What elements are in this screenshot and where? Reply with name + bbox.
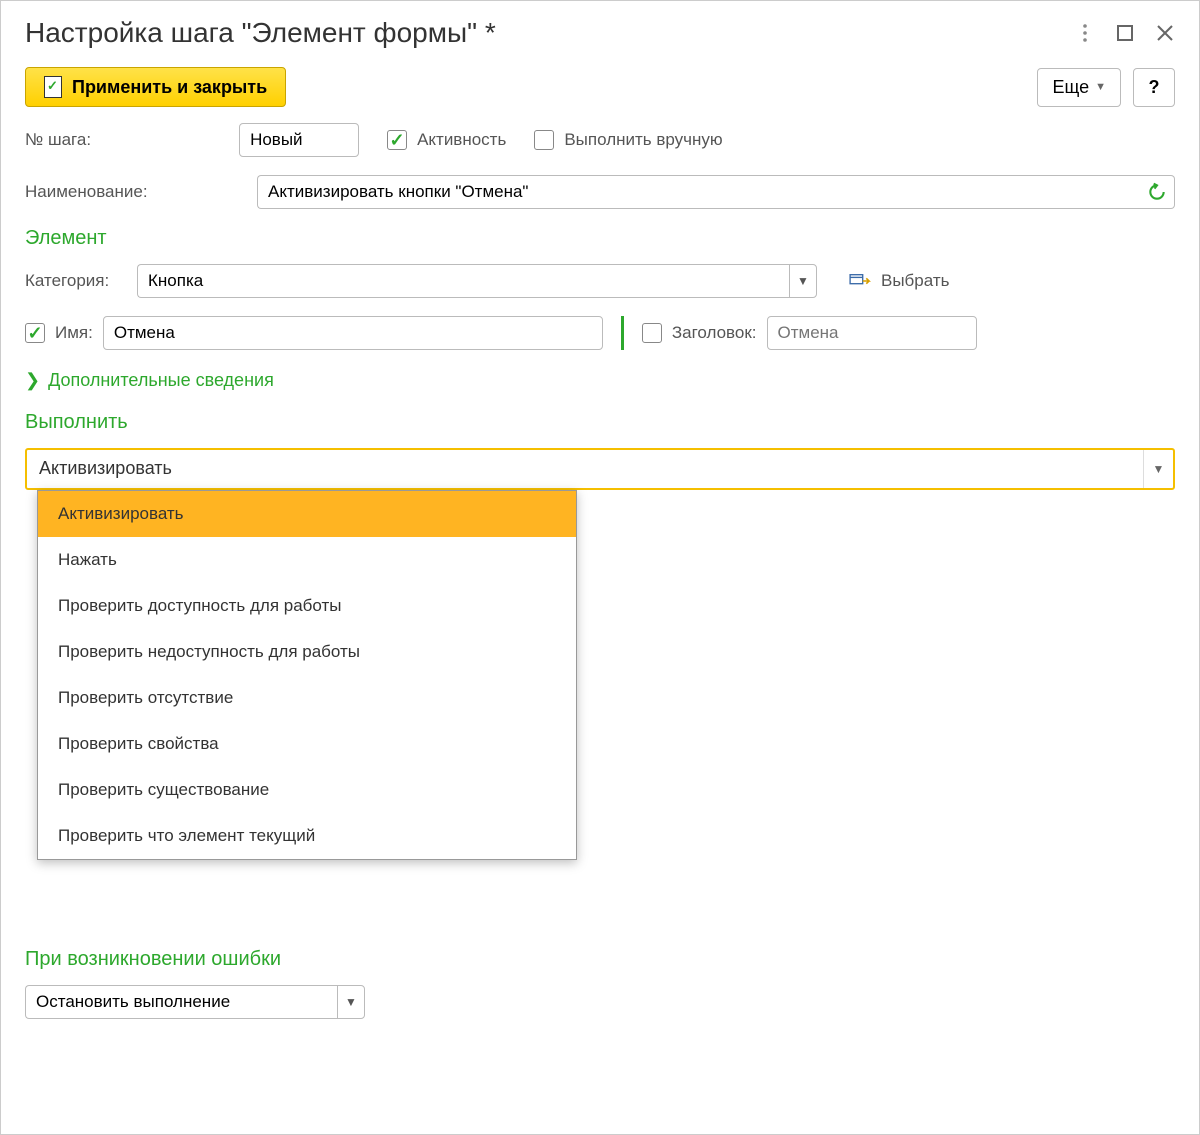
name-field-wrap [257, 175, 1175, 209]
window: Настройка шага "Элемент формы" * Примени… [0, 0, 1200, 1135]
refresh-icon [1147, 182, 1167, 202]
apply-close-label: Применить и закрыть [72, 77, 267, 98]
kebab-menu-icon[interactable] [1075, 23, 1095, 43]
on-error-select[interactable]: ▼ [25, 985, 365, 1019]
element-name-input[interactable] [103, 316, 603, 350]
execute-select[interactable]: Активизировать ▼ [25, 448, 1175, 490]
element-title-checkbox[interactable] [642, 323, 662, 343]
manual-checkbox[interactable] [534, 130, 554, 150]
window-title: Настройка шага "Элемент формы" * [25, 17, 496, 49]
execute-select-value: Активизировать [27, 450, 1143, 488]
execute-section-title: Выполнить [25, 411, 1175, 434]
element-title-input[interactable] [767, 316, 977, 350]
more-info-toggle[interactable]: ❯ Дополнительные сведения [25, 370, 1175, 391]
execute-option[interactable]: Проверить что элемент текущий [38, 813, 576, 859]
execute-option[interactable]: Проверить существование [38, 767, 576, 813]
separator [621, 316, 624, 350]
execute-dropdown-list: Активизировать Нажать Проверить доступно… [37, 490, 577, 860]
titlebar: Настройка шага "Элемент формы" * [1, 1, 1199, 57]
choose-label: Выбрать [881, 271, 949, 291]
step-number-label: № шага: [25, 130, 91, 150]
choose-icon [849, 272, 871, 290]
refresh-button[interactable] [1139, 175, 1175, 209]
execute-option[interactable]: Проверить недоступность для работы [38, 629, 576, 675]
choose-button[interactable]: Выбрать [849, 271, 949, 291]
on-error-section-title: При возникновении ошибки [25, 948, 1175, 971]
element-title-label: Заголовок: [672, 323, 757, 343]
execute-select-arrow[interactable]: ▼ [1143, 450, 1173, 488]
category-input[interactable] [137, 264, 789, 298]
active-checkbox[interactable] [387, 130, 407, 150]
category-dropdown-arrow[interactable]: ▼ [789, 264, 817, 298]
step-number-input[interactable] [239, 123, 359, 157]
execute-option[interactable]: Проверить отсутствие [38, 675, 576, 721]
chevron-right-icon: ❯ [25, 370, 40, 391]
on-error-arrow[interactable]: ▼ [337, 985, 365, 1019]
category-label: Категория: [25, 271, 125, 291]
category-dropdown[interactable]: ▼ [137, 264, 817, 298]
more-button[interactable]: Еще ▼ [1037, 68, 1121, 107]
execute-option[interactable]: Проверить свойства [38, 721, 576, 767]
on-error-input[interactable] [25, 985, 337, 1019]
more-label: Еще [1052, 77, 1089, 98]
manual-label: Выполнить вручную [564, 130, 722, 150]
more-info-label: Дополнительные сведения [48, 370, 274, 391]
document-check-icon [44, 76, 62, 98]
window-controls [1075, 23, 1175, 43]
element-name-checkbox[interactable] [25, 323, 45, 343]
name-label: Наименование: [25, 182, 245, 202]
toolbar: Применить и закрыть Еще ▼ ? [1, 57, 1199, 117]
chevron-down-icon: ▼ [1095, 81, 1106, 93]
execute-option[interactable]: Нажать [38, 537, 576, 583]
help-label: ? [1149, 77, 1160, 98]
element-section-title: Элемент [25, 227, 1175, 250]
active-label: Активность [417, 130, 506, 150]
help-button[interactable]: ? [1133, 68, 1175, 107]
close-icon[interactable] [1155, 23, 1175, 43]
apply-close-button[interactable]: Применить и закрыть [25, 67, 286, 107]
maximize-icon[interactable] [1115, 23, 1135, 43]
name-input[interactable] [257, 175, 1139, 209]
execute-option[interactable]: Проверить доступность для работы [38, 583, 576, 629]
execute-option[interactable]: Активизировать [38, 491, 576, 537]
element-name-label: Имя: [55, 323, 93, 343]
